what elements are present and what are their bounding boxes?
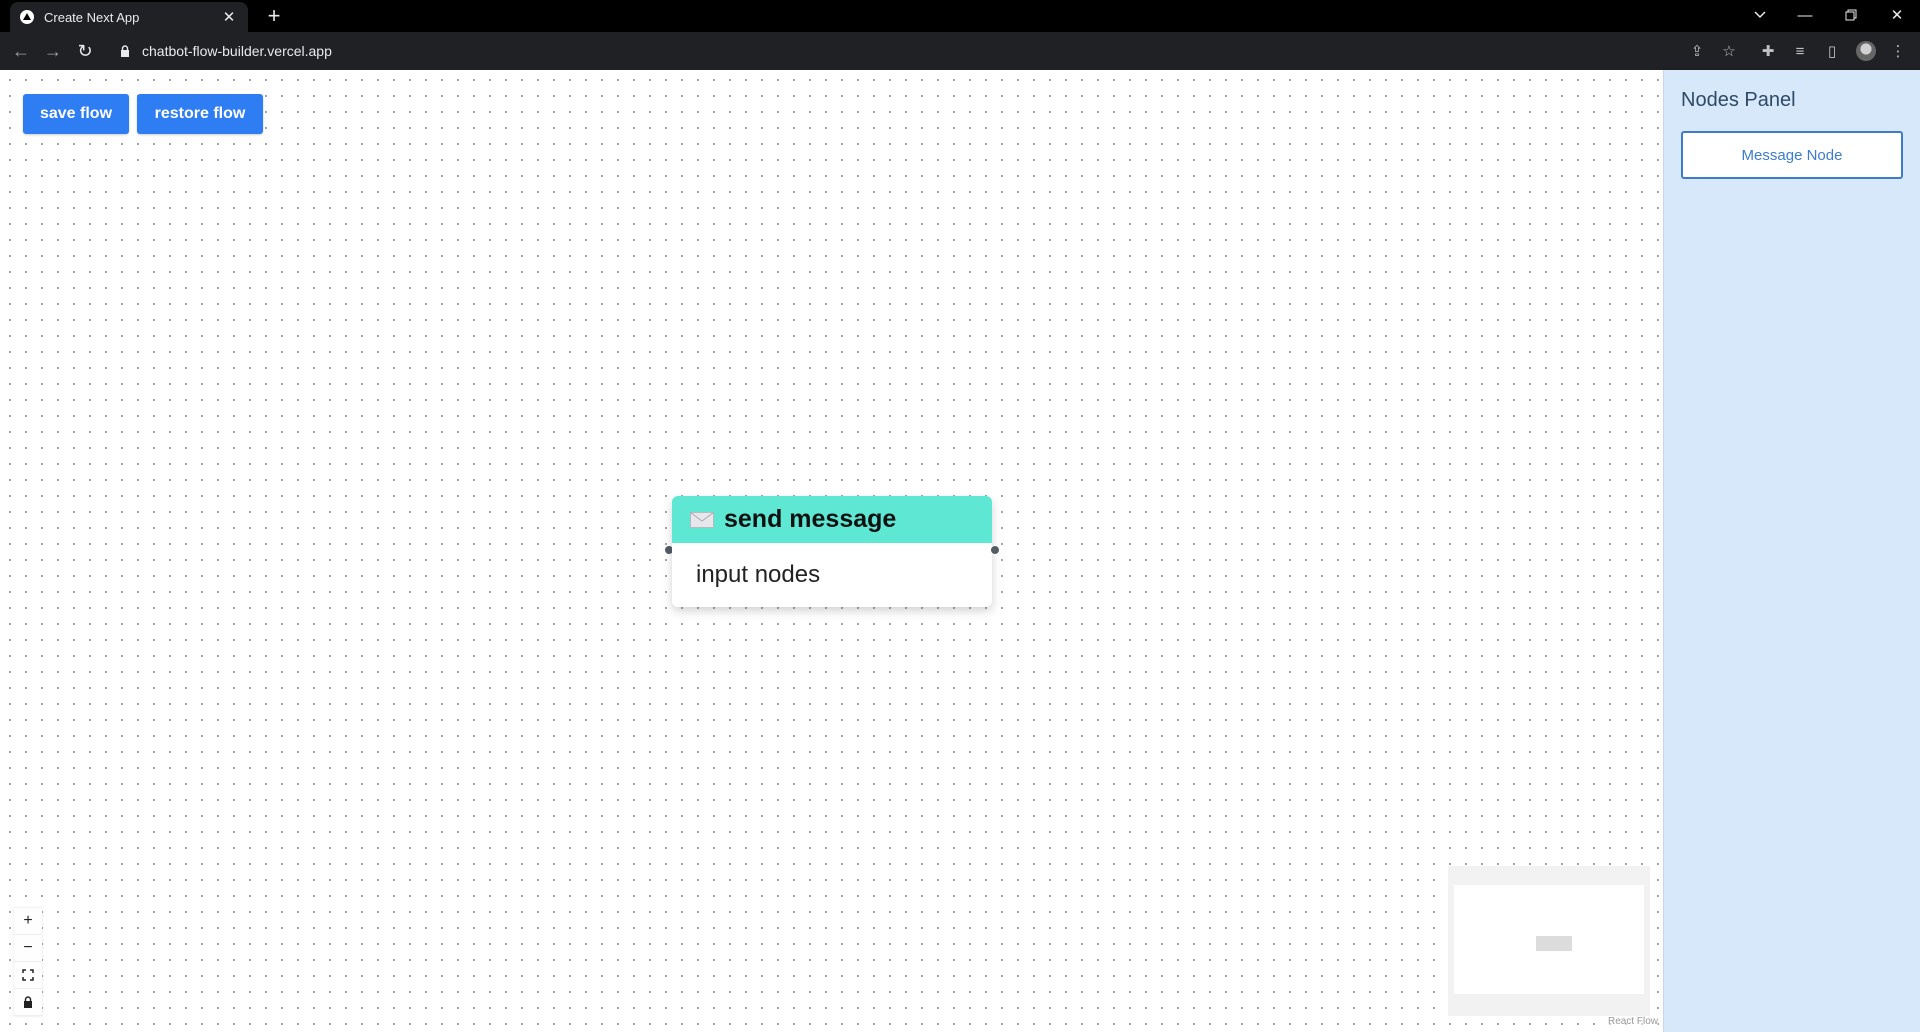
restore-icon[interactable] bbox=[1828, 0, 1874, 30]
close-window-icon[interactable]: ✕ bbox=[1874, 0, 1920, 30]
address-bar[interactable]: chatbot-flow-builder.vercel.app bbox=[118, 37, 332, 65]
flow-controls: + − bbox=[14, 908, 42, 1016]
lock-icon bbox=[118, 44, 132, 58]
node-source-handle[interactable] bbox=[990, 545, 1000, 555]
zoom-out-button[interactable]: − bbox=[14, 935, 42, 962]
browser-tab-bar: Create Next App ✕ + — ✕ bbox=[0, 0, 1920, 32]
node-title: send message bbox=[724, 505, 897, 533]
flow-canvas[interactable]: save flow restore flow send message inpu… bbox=[0, 70, 1663, 1032]
menu-icon[interactable]: ⋮ bbox=[1886, 39, 1910, 63]
new-tab-icon[interactable]: + bbox=[262, 5, 286, 28]
message-node-button[interactable]: Message Node bbox=[1681, 131, 1903, 179]
nodes-panel: Nodes Panel Message Node bbox=[1663, 70, 1920, 1032]
nextjs-favicon-icon bbox=[20, 10, 34, 24]
tab-close-icon[interactable]: ✕ bbox=[220, 8, 238, 26]
node-header[interactable]: send message bbox=[672, 496, 992, 543]
share-icon[interactable]: ⇪ bbox=[1685, 39, 1709, 63]
reload-icon[interactable]: ↻ bbox=[73, 39, 97, 63]
minimize-icon[interactable]: — bbox=[1782, 0, 1828, 30]
send-message-node[interactable]: send message input nodes bbox=[672, 496, 992, 607]
bookmark-star-icon[interactable]: ☆ bbox=[1717, 39, 1741, 63]
node-body-text: input nodes bbox=[696, 561, 821, 588]
tab-title: Create Next App bbox=[44, 9, 140, 25]
browser-toolbar: ← → ↻ chatbot-flow-builder.vercel.app ⇪ … bbox=[0, 32, 1920, 70]
fit-view-icon[interactable] bbox=[14, 962, 42, 989]
restore-flow-button[interactable]: restore flow bbox=[137, 94, 263, 134]
minimap[interactable] bbox=[1448, 866, 1650, 1016]
minimap-node bbox=[1536, 936, 1572, 951]
minimap-viewport bbox=[1454, 885, 1644, 994]
react-flow-attribution[interactable]: React Flow bbox=[1608, 1016, 1659, 1027]
app-root: save flow restore flow send message inpu… bbox=[0, 70, 1920, 1032]
profile-avatar[interactable] bbox=[1856, 41, 1876, 61]
url-text: chatbot-flow-builder.vercel.app bbox=[142, 43, 332, 59]
forward-icon[interactable]: → bbox=[41, 39, 65, 63]
save-flow-button[interactable]: save flow bbox=[23, 94, 129, 134]
zoom-in-button[interactable]: + bbox=[14, 908, 42, 935]
panel-title: Nodes Panel bbox=[1681, 89, 1796, 111]
media-control-icon[interactable]: ≡ bbox=[1788, 39, 1812, 63]
back-icon[interactable]: ← bbox=[9, 39, 33, 63]
tab-search-icon[interactable] bbox=[1737, 0, 1783, 30]
side-panel-icon[interactable]: ▯ bbox=[1820, 39, 1844, 63]
browser-tab[interactable]: Create Next App ✕ bbox=[10, 2, 248, 32]
lock-interactivity-icon[interactable] bbox=[14, 989, 42, 1016]
extensions-icon[interactable]: ✚ bbox=[1756, 39, 1780, 63]
envelope-icon bbox=[690, 511, 714, 528]
